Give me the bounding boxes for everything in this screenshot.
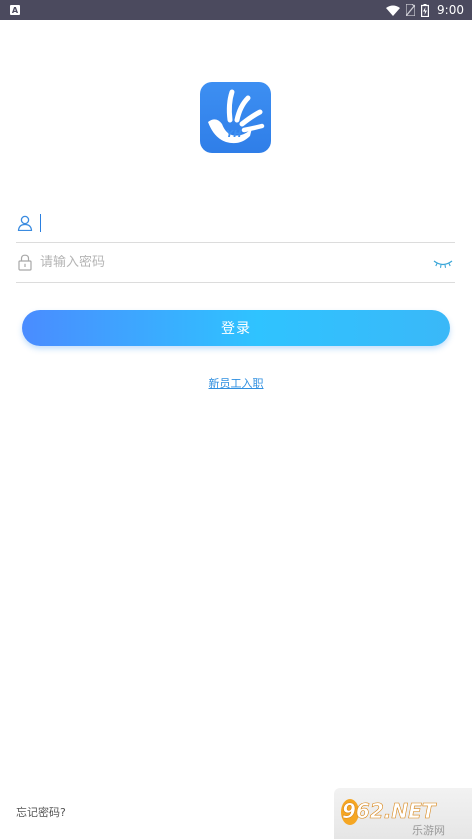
password-field[interactable]: [16, 243, 455, 283]
wifi-icon: [386, 5, 401, 16]
username-input[interactable]: [41, 215, 455, 230]
no-sim-icon: [406, 4, 416, 16]
new-staff-link[interactable]: 新员工入职: [0, 375, 472, 391]
status-left: A: [10, 5, 20, 15]
user-icon: [16, 214, 34, 232]
svg-text:YH: YH: [226, 129, 242, 140]
status-bar: A 9:00: [0, 0, 472, 20]
app-logo: YH: [200, 82, 271, 153]
notification-a-icon: A: [10, 5, 20, 15]
status-right: 9:00: [386, 3, 464, 17]
battery-icon: [421, 3, 430, 17]
password-input[interactable]: [40, 255, 455, 270]
svg-text:乐游网: 乐游网: [412, 824, 445, 837]
lock-icon: [16, 254, 34, 272]
svg-text:962.NET: 962.NET: [342, 799, 437, 823]
eye-closed-icon[interactable]: [433, 256, 453, 270]
watermark-logo: 962.NET 乐游网: [334, 788, 472, 839]
login-button[interactable]: 登录: [22, 310, 450, 346]
status-time: 9:00: [437, 3, 464, 17]
hand-logo-icon: YH: [208, 89, 265, 144]
forgot-password-link[interactable]: 忘记密码?: [16, 804, 66, 820]
username-field[interactable]: [16, 203, 455, 243]
